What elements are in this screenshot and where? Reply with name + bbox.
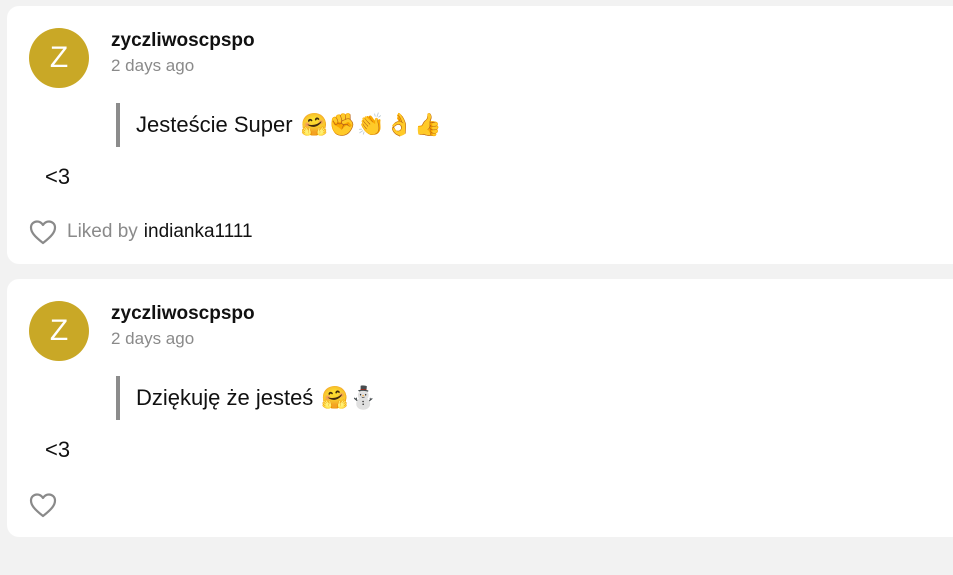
quote-text: Dziękuję że jesteś (136, 385, 314, 410)
timestamp: 2 days ago (111, 329, 195, 348)
comment-feed: Z zyczliwoscpspo 2 days ago Jesteście Su… (0, 0, 953, 575)
comment-card: Z zyczliwoscpspo 2 days ago Dziękuję że … (7, 279, 953, 537)
quoted-text: Jesteście Super 🤗✊👏👌👍 (116, 103, 443, 147)
comment-card: Z zyczliwoscpspo 2 days ago Jesteście Su… (7, 6, 953, 264)
heart-outline-icon[interactable] (29, 492, 57, 518)
avatar[interactable]: Z (29, 28, 89, 88)
comment-body: <3 (45, 164, 71, 189)
quoted-text: Dziękuję że jesteś 🤗⛄ (116, 376, 378, 420)
liked-by-label: Liked by (67, 221, 138, 242)
username[interactable]: zyczliwoscpspo (111, 30, 255, 52)
quote-emojis: 🤗✊👏👌👍 (300, 112, 443, 137)
username[interactable]: zyczliwoscpspo (111, 303, 255, 325)
likes-row: Liked by indianka1111 (29, 218, 253, 246)
liked-by-user[interactable]: indianka1111 (144, 221, 253, 243)
quote-text: Jesteście Super (136, 112, 293, 137)
avatar[interactable]: Z (29, 301, 89, 361)
heart-outline-icon[interactable] (29, 219, 57, 245)
quote-emojis: 🤗⛄ (321, 385, 379, 410)
comment-body: <3 (45, 437, 71, 462)
likes-row (29, 491, 67, 519)
timestamp: 2 days ago (111, 56, 195, 75)
